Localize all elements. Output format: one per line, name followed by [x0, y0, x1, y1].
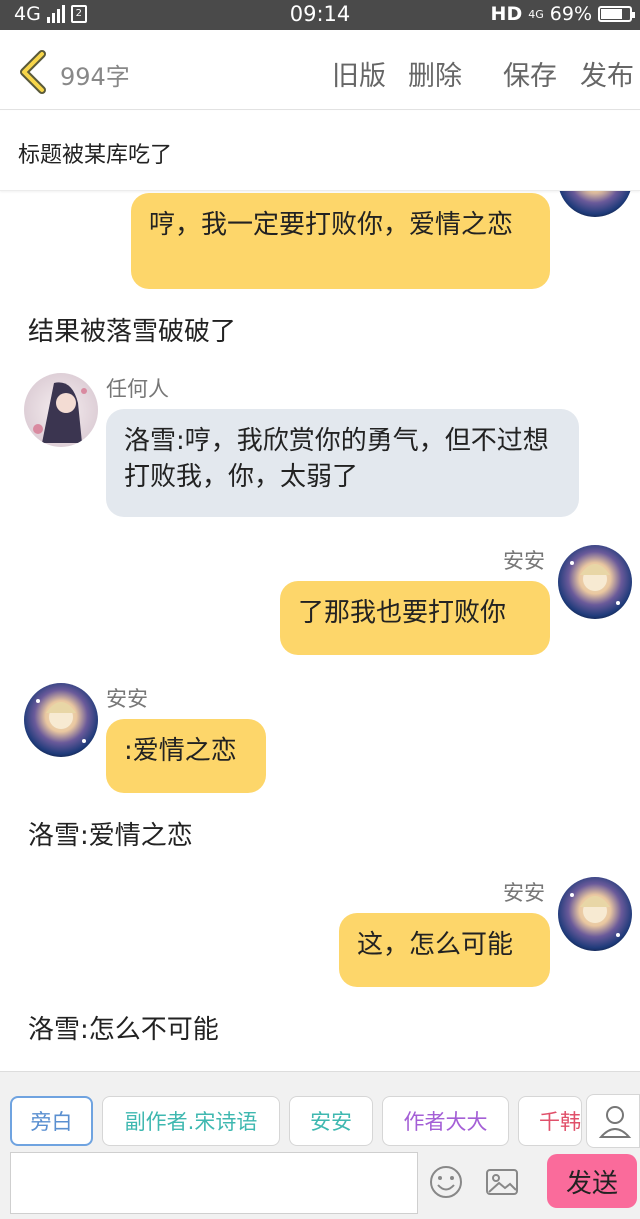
- message-input[interactable]: [10, 1152, 418, 1214]
- narration-text[interactable]: 洛雪:爱情之恋: [28, 815, 193, 852]
- narration-text[interactable]: 洛雪:怎么不可能: [28, 1009, 219, 1046]
- chat-area[interactable]: 哼，我一定要打败你，爱情之恋 结果被落雪破破了 任何人 洛雪:哼，我欣赏你的勇气…: [0, 191, 640, 1071]
- composer: 旁白 副作者.宋诗语 安安 作者大大 千韩 发送: [0, 1071, 640, 1219]
- hd-network-label: 4G: [528, 7, 544, 21]
- emoji-icon[interactable]: [428, 1164, 464, 1200]
- message-bubble[interactable]: 哼，我一定要打败你，爱情之恋: [131, 193, 550, 289]
- avatar[interactable]: [558, 545, 632, 619]
- speaker-name: 安安: [503, 549, 545, 573]
- title-field[interactable]: 标题被某库吃了: [0, 111, 640, 191]
- avatar[interactable]: [558, 877, 632, 951]
- role-chip-narrator[interactable]: 旁白: [10, 1096, 93, 1146]
- message-bubble[interactable]: 这，怎么可能: [339, 913, 550, 987]
- battery-icon: [598, 6, 635, 22]
- narration-text[interactable]: 结果被落雪破破了: [28, 311, 236, 348]
- speaker-name: 安安: [106, 687, 148, 711]
- send-button[interactable]: 发送: [547, 1154, 637, 1208]
- story-title: 标题被某库吃了: [18, 143, 173, 168]
- image-icon[interactable]: [484, 1164, 520, 1200]
- battery-percent: 69%: [549, 3, 592, 25]
- role-chip-coauthor[interactable]: 副作者.宋诗语: [102, 1096, 280, 1146]
- word-count: 994字: [60, 63, 130, 91]
- person-icon[interactable]: [586, 1094, 640, 1148]
- role-chip-anan[interactable]: 安安: [289, 1096, 373, 1146]
- message-bubble[interactable]: 洛雪:哼，我欣赏你的勇气，但不过想打败我，你，太弱了: [106, 409, 579, 517]
- chevron-left-icon[interactable]: [16, 50, 52, 94]
- avatar[interactable]: [24, 373, 98, 447]
- old-version-button[interactable]: 旧版: [332, 54, 386, 93]
- role-chip-author[interactable]: 作者大大: [382, 1096, 509, 1146]
- message-bubble[interactable]: :爱情之恋: [106, 719, 266, 793]
- publish-button[interactable]: 发布: [580, 54, 634, 93]
- hd-label: HD: [490, 3, 523, 25]
- avatar[interactable]: [24, 683, 98, 757]
- role-chip-qianhan[interactable]: 千韩: [518, 1096, 582, 1146]
- speaker-name: 任何人: [106, 377, 169, 401]
- delete-button[interactable]: 删除: [408, 54, 462, 93]
- message-bubble[interactable]: 了那我也要打败你: [280, 581, 550, 655]
- editor-toolbar: 994字 旧版 删除 保存 发布: [0, 30, 640, 110]
- status-bar: 4G 2 09:14 HD 4G 69%: [0, 0, 640, 30]
- save-button[interactable]: 保存: [503, 54, 557, 93]
- speaker-name: 安安: [503, 881, 545, 905]
- avatar[interactable]: [558, 191, 632, 217]
